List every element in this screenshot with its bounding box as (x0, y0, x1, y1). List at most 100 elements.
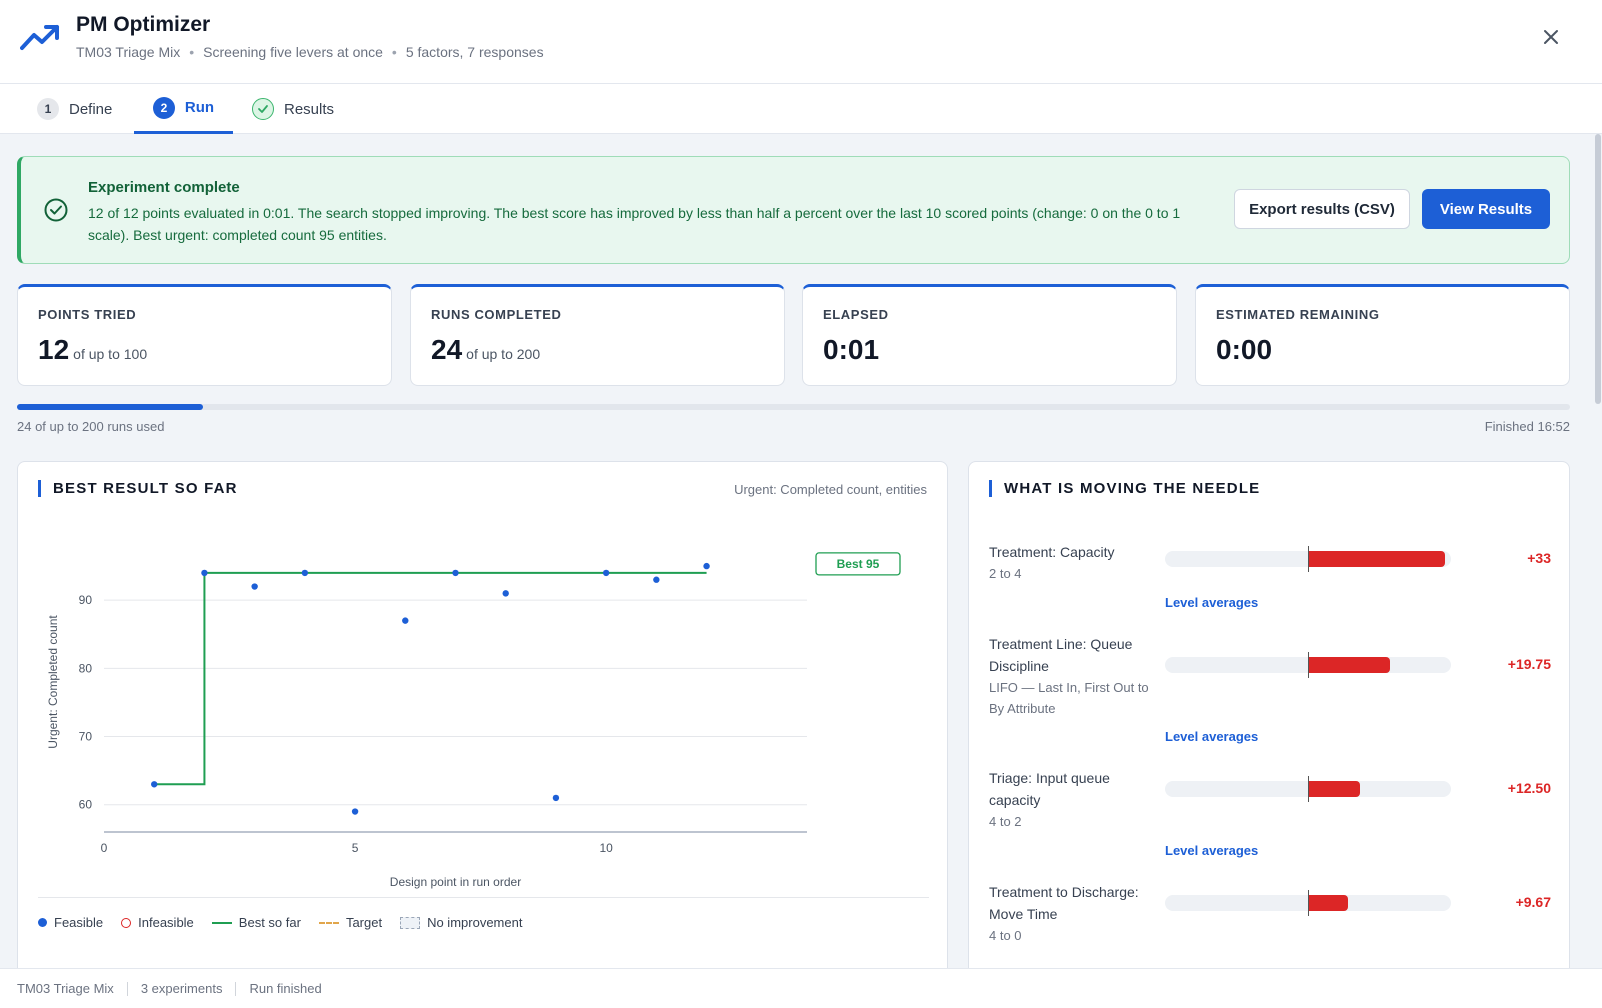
stat-label: ESTIMATED REMAINING (1216, 307, 1380, 322)
export-csv-button[interactable]: Export results (CSV) (1234, 189, 1410, 229)
stat-value: 0:01 (823, 334, 880, 365)
panel-title: BEST RESULT SO FAR (38, 480, 238, 497)
tab-label: Results (284, 100, 335, 118)
trending-up-icon (20, 25, 59, 50)
legend-infeasible: Infeasible (121, 915, 194, 930)
effect-bar-fill (1308, 781, 1360, 797)
best-result-panel: BEST RESULT SO FAR Urgent: Completed cou… (17, 461, 948, 968)
effect-value: +33 (1527, 550, 1551, 566)
footer-model: TM03 Triage Mix (17, 981, 114, 996)
stat-label: RUNS COMPLETED (431, 307, 562, 322)
stat-runs-completed: RUNS COMPLETED 24 of up to 200 (410, 284, 785, 386)
effect-bar (1165, 546, 1451, 572)
region-marker-icon (400, 916, 421, 929)
legend-feasible: Feasible (38, 915, 103, 930)
zero-line (1308, 776, 1309, 802)
line-marker-icon (211, 921, 232, 924)
x-tick-label: 5 (352, 841, 359, 855)
legend-no-improvement: No improvement (400, 915, 522, 930)
effect-bar-fill (1308, 551, 1445, 567)
effect-value: +19.75 (1507, 656, 1551, 672)
feasible-point (602, 569, 610, 577)
progress-fill (17, 404, 204, 410)
progress-caption: 24 of up to 200 runs used (17, 419, 165, 434)
feasible-point (251, 583, 258, 590)
legend-best-so-far: Best so far (211, 915, 301, 930)
stat-value: 0:00 (1216, 334, 1273, 365)
stat-label: POINTS TRIED (38, 307, 137, 322)
stat-value: 12 (38, 334, 70, 365)
factor-name: Treatment: Capacity (989, 544, 1115, 560)
model-name: TM03 Triage Mix (76, 44, 181, 60)
banner-message: 12 of 12 points evaluated in 0:01. The s… (88, 205, 1181, 243)
factor-name: Treatment Line: Queue Discipline (989, 636, 1133, 674)
y-tick-label: 80 (79, 661, 93, 675)
divider (126, 981, 128, 996)
x-tick-label: 10 (599, 841, 613, 855)
effect-bar (1165, 890, 1451, 916)
stat-label: ELAPSED (823, 307, 889, 322)
footer-experiments: 3 experiments (140, 981, 223, 996)
y-tick-label: 90 (79, 593, 93, 607)
response-label: Urgent: Completed count, entities (734, 482, 927, 497)
feasible-point (301, 569, 309, 577)
level-averages-link[interactable]: Level averages (1165, 595, 1258, 610)
step-number: 1 (37, 98, 59, 120)
tab-label: Run (184, 99, 215, 116)
factor-range: LIFO — Last In, First Out to By Attribut… (989, 680, 1149, 716)
factor-name: Treatment to Discharge: Move Time (989, 884, 1139, 922)
completion-banner: Experiment complete 12 of 12 points eval… (17, 156, 1570, 264)
stat-elapsed: ELAPSED 0:01 (802, 284, 1177, 386)
finished-time: Finished 16:52 (1484, 419, 1570, 434)
dashed-line-marker-icon (318, 921, 339, 924)
factor-range: 4 to 0 (989, 928, 1022, 943)
check-circle-icon (44, 198, 68, 222)
view-results-button[interactable]: View Results (1422, 189, 1550, 229)
best-badge-label: Best 95 (837, 557, 880, 571)
divider (235, 981, 237, 996)
feasible-point (703, 562, 710, 570)
effect-bar (1165, 776, 1451, 802)
tab-run[interactable]: 2 Run (134, 84, 233, 134)
feasible-point (502, 590, 509, 597)
x-tick-label: 0 (101, 841, 108, 855)
y-axis-label: Urgent: Completed count (46, 615, 60, 749)
scrollbar-thumb[interactable] (1595, 134, 1601, 404)
factor-name: Triage: Input queue capacity (989, 770, 1110, 808)
best-so-far-line (154, 571, 707, 786)
stat-sub: of up to 100 (73, 346, 148, 362)
run-content: Experiment complete 12 of 12 points eval… (0, 134, 1602, 968)
infeasible-marker-icon (121, 917, 132, 928)
tab-results[interactable]: Results (252, 84, 334, 134)
y-tick-label: 60 (79, 798, 93, 812)
close-button[interactable] (1538, 24, 1564, 50)
effect-bar-fill (1308, 657, 1390, 673)
banner-title: Experiment complete (88, 179, 240, 196)
feasible-marker-icon (38, 918, 47, 927)
feasible-point (653, 576, 660, 583)
footer-status: Run finished (249, 981, 322, 996)
stat-sub: of up to 200 (466, 346, 541, 362)
feasible-point (552, 794, 560, 802)
tab-label: Define (69, 100, 113, 118)
feasible-point (151, 781, 158, 788)
stat-estimated-remaining: ESTIMATED REMAINING 0:00 (1195, 284, 1570, 386)
panel-title: WHAT IS MOVING THE NEEDLE (989, 480, 1260, 497)
status-bar: TM03 Triage Mix 3 experiments Run finish… (0, 968, 1602, 1008)
effect-bar (1165, 652, 1451, 678)
stat-value: 24 (431, 334, 463, 365)
app-header: PM Optimizer TM03 Triage Mix • Screening f… (0, 0, 1602, 84)
step-number: 2 (152, 96, 175, 119)
level-averages-link[interactable]: Level averages (1165, 843, 1258, 858)
app-subtitle: TM03 Triage Mix • Screening five levers at… (76, 44, 544, 60)
tab-define[interactable]: 1 Define (37, 84, 112, 134)
close-icon (1544, 30, 1558, 44)
app-title: PM Optimizer (76, 13, 211, 36)
zero-line (1308, 652, 1309, 678)
effect-value: +9.67 (1515, 894, 1551, 910)
y-tick-label: 70 (79, 730, 93, 744)
factor-range: 2 to 4 (989, 566, 1022, 581)
needle-panel: WHAT IS MOVING THE NEEDLE Treatment: Cap… (968, 461, 1570, 968)
level-averages-link[interactable]: Level averages (1165, 729, 1258, 744)
best-result-chart: 60 70 80 90 0 5 10 Design point in run order Urg… (46, 552, 901, 889)
